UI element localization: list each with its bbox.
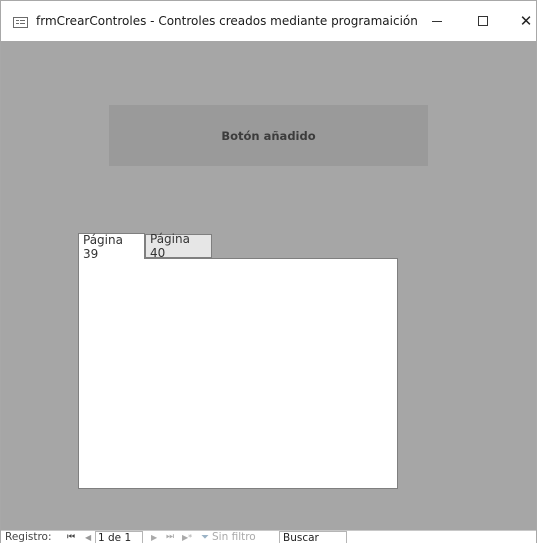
last-record-icon[interactable]: ⏭	[166, 531, 174, 543]
added-button[interactable]: Botón añadido	[109, 105, 428, 166]
filter-label: Sin filtro	[212, 531, 256, 543]
record-label: Registro:	[5, 531, 52, 543]
current-record-field[interactable]: 1 de 1	[95, 531, 143, 543]
record-navigation-bar: Registro: ⏮ ◀ 1 de 1 ▶ ⏭ ▶* ⏷ Sin filtro …	[1, 530, 536, 543]
next-record-icon[interactable]: ▶	[151, 531, 157, 543]
close-button[interactable]: ✕	[503, 1, 537, 41]
first-record-icon[interactable]: ⏮	[67, 531, 75, 543]
access-form-window: frmCrearControles - Controles creados me…	[0, 0, 537, 543]
close-icon: ✕	[519, 11, 533, 30]
filter-icon: ⏷	[201, 532, 209, 543]
search-input[interactable]: Buscar	[279, 531, 347, 543]
tab-pagina-40[interactable]: Página 40	[145, 232, 212, 260]
minimize-icon	[432, 20, 442, 22]
tab-page-content	[78, 258, 398, 489]
new-record-icon[interactable]: ▶*	[182, 531, 192, 543]
form-icon	[13, 17, 28, 28]
title-bar[interactable]: frmCrearControles - Controles creados me…	[1, 1, 536, 41]
window-title: frmCrearControles - Controles creados me…	[36, 14, 418, 28]
previous-record-icon[interactable]: ◀	[85, 531, 91, 543]
maximize-icon	[478, 16, 488, 26]
filter-toggle[interactable]: ⏷ Sin filtro	[201, 531, 256, 543]
form-detail-section: Botón añadido Página 39 Página 40	[1, 41, 536, 530]
minimize-button[interactable]	[414, 1, 460, 41]
tab-pagina-39[interactable]: Página 39	[78, 233, 145, 261]
maximize-button[interactable]	[460, 1, 506, 41]
